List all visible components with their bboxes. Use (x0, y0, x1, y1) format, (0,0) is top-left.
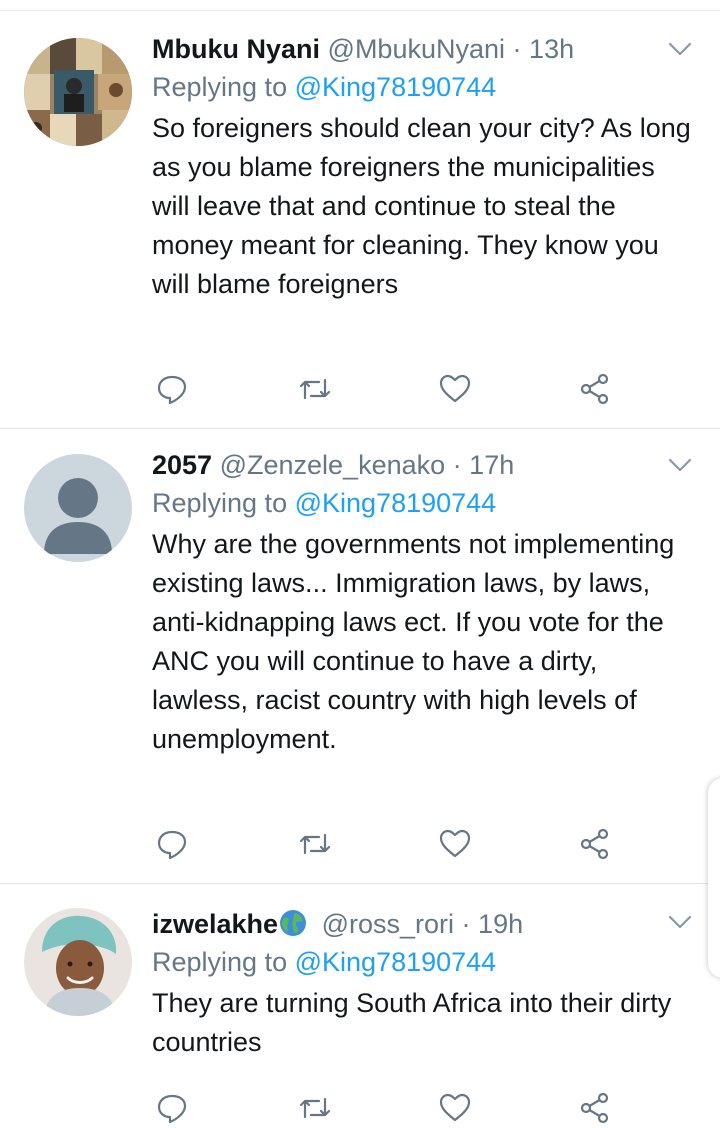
replying-to: Replying to @King78190744 (152, 944, 697, 980)
share-button[interactable] (575, 1088, 615, 1128)
like-button[interactable] (435, 1088, 475, 1128)
tweet-actions (152, 824, 622, 864)
timestamp[interactable]: 13h (529, 34, 574, 64)
retweet-button[interactable] (295, 824, 335, 864)
like-button[interactable] (435, 369, 475, 409)
share-button[interactable] (575, 369, 615, 409)
tweet[interactable]: 2057 @Zenzele_kenako · 17h Replying to @… (0, 429, 720, 884)
tweet-text: Why are the governments not implementing… (152, 529, 675, 754)
timestamp[interactable]: 17h (469, 450, 514, 480)
retweet-button[interactable] (295, 1088, 335, 1128)
replying-prefix: Replying to (152, 72, 288, 102)
replying-to: Replying to @King78190744 (152, 485, 697, 521)
tweet-text: They are turning South Africa into their… (152, 988, 672, 1057)
user-handle[interactable]: @ross_rori (322, 909, 454, 939)
tweet-actions (152, 1088, 622, 1128)
mention-link[interactable]: @King78190744 (295, 72, 497, 102)
globe-emoji-icon (280, 910, 307, 936)
reply-icon (157, 375, 187, 405)
tweet[interactable]: Mbuku Nyani @MbukuNyani · 13h Replying t… (0, 11, 720, 429)
share-icon (580, 1092, 609, 1124)
reply-icon (157, 1094, 187, 1124)
scroll-handle[interactable] (708, 778, 720, 978)
heart-icon (439, 1093, 471, 1122)
separator: · (461, 909, 471, 939)
retweet-icon (299, 1097, 331, 1119)
display-name[interactable]: Mbuku Nyani (152, 34, 320, 64)
tweet-content: Mbuku Nyani @MbukuNyani · 13h Replying t… (152, 31, 697, 304)
tweet-header: 2057 @Zenzele_kenako · 17h (152, 447, 697, 483)
replying-prefix: Replying to (152, 488, 288, 518)
user-handle[interactable]: @Zenzele_kenako (220, 450, 446, 480)
separator: · (512, 34, 522, 64)
replying-prefix: Replying to (152, 947, 288, 977)
share-button[interactable] (575, 824, 615, 864)
like-button[interactable] (435, 824, 475, 864)
user-handle[interactable]: @MbukuNyani (328, 34, 505, 64)
tweet-actions (152, 369, 622, 409)
mention-link[interactable]: @King78190744 (295, 488, 497, 518)
share-icon (580, 828, 609, 860)
display-name[interactable]: 2057 (152, 450, 212, 480)
retweet-icon (299, 833, 331, 855)
tweet-header: Mbuku Nyani @MbukuNyani · 13h (152, 31, 697, 67)
tweet-content: izwelakhe @ross_rori · 19h Replying to @… (152, 906, 697, 1062)
timestamp[interactable]: 19h (478, 909, 523, 939)
heart-icon (439, 829, 471, 858)
reply-button[interactable] (152, 824, 192, 864)
tweet-text: So foreigners should clean your city? As… (152, 113, 691, 299)
reply-button[interactable] (152, 369, 192, 409)
share-icon (580, 373, 609, 405)
avatar[interactable] (24, 908, 132, 1016)
separator: · (452, 450, 462, 480)
mention-link[interactable]: @King78190744 (295, 947, 497, 977)
reply-icon (157, 830, 187, 860)
tweet-header: izwelakhe @ross_rori · 19h (152, 906, 697, 942)
replying-to: Replying to @King78190744 (152, 69, 697, 105)
tweet-content: 2057 @Zenzele_kenako · 17h Replying to @… (152, 447, 697, 759)
avatar[interactable] (24, 38, 132, 146)
retweet-button[interactable] (295, 369, 335, 409)
avatar[interactable] (24, 454, 132, 562)
reply-button[interactable] (152, 1088, 192, 1128)
tweet[interactable]: izwelakhe @ross_rori · 19h Replying to @… (0, 884, 720, 1124)
heart-icon (439, 374, 471, 403)
retweet-icon (299, 378, 331, 400)
display-name[interactable]: izwelakhe (152, 909, 278, 939)
